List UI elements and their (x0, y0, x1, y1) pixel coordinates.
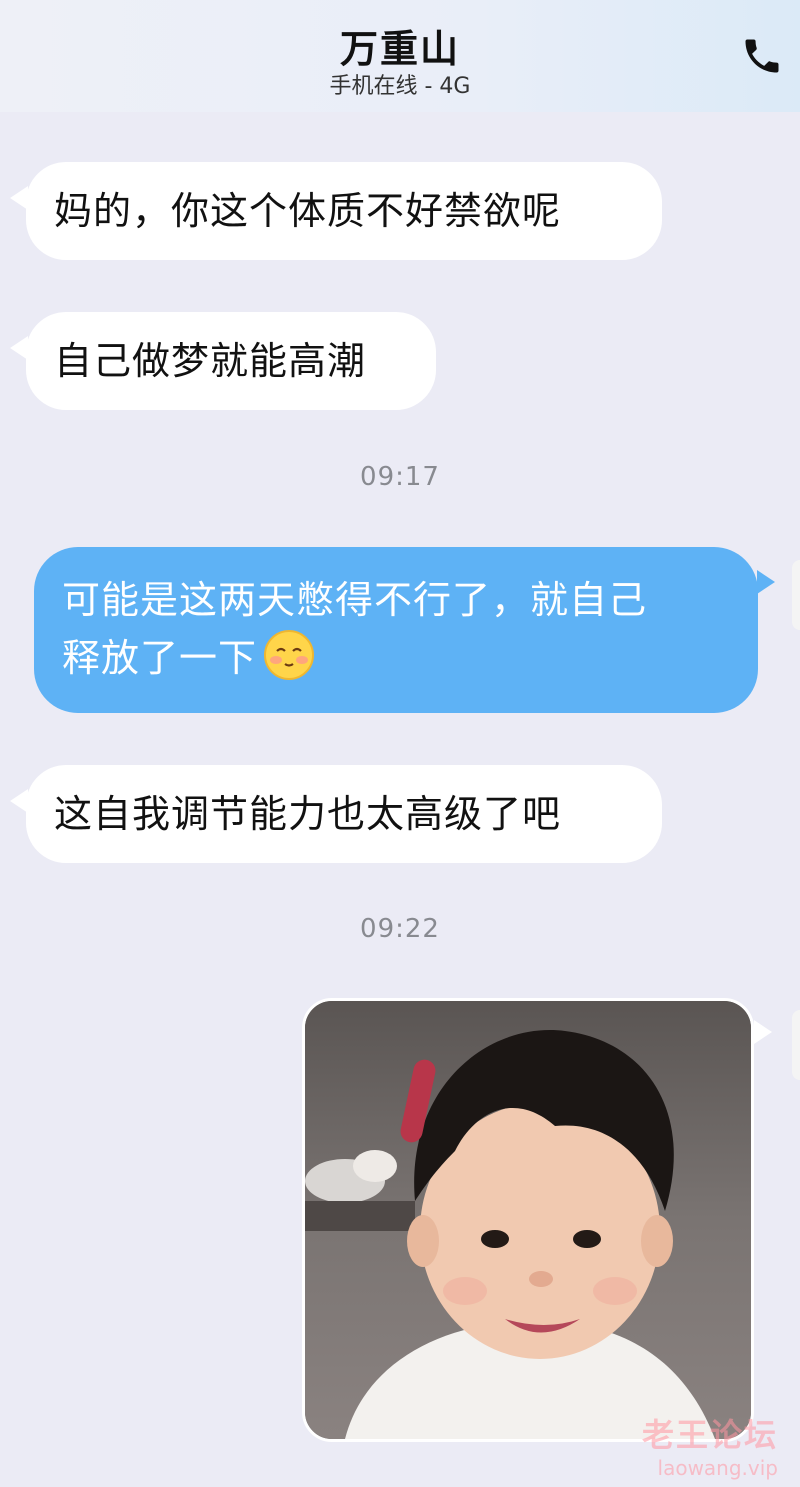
bubble-tail (757, 570, 775, 594)
blushing-face-emoji (264, 630, 315, 680)
contact-status: 手机在线 - 4G (329, 74, 471, 99)
message-line-with-emoji: 释放了一下 (62, 629, 758, 687)
outgoing-message[interactable]: 可能是这两天憋得不行了，就自己 释放了一下 (34, 547, 758, 713)
message-line: 释放了一下 (62, 636, 258, 680)
message-text: 自己做梦就能高潮 (54, 339, 367, 383)
timestamp: 09:17 (360, 462, 440, 492)
incoming-message[interactable]: 妈的，你这个体质不好禁欲呢 (26, 162, 662, 260)
watermark: 老王论坛 laowang.vip (642, 1410, 778, 1480)
phone-icon (745, 39, 779, 73)
watermark-title: 老王论坛 (641, 1416, 778, 1454)
incoming-message[interactable]: 自己做梦就能高潮 (26, 312, 436, 410)
bubble-tail (754, 1020, 772, 1044)
baby-photo (305, 1001, 751, 1439)
message-line: 可能是这两天憋得不行了，就自己 (62, 578, 648, 622)
watermark-url: laowang.vip (657, 1456, 778, 1480)
incoming-message[interactable]: 这自我调节能力也太高级了吧 (26, 765, 662, 863)
chat-header: 万重山 手机在线 - 4G (0, 0, 800, 112)
avatar-edge (792, 560, 800, 630)
image-message[interactable] (302, 998, 754, 1442)
timestamp: 09:22 (360, 914, 440, 944)
message-text: 妈的，你这个体质不好禁欲呢 (54, 189, 562, 233)
avatar-edge (792, 1010, 800, 1080)
contact-name[interactable]: 万重山 (0, 18, 800, 73)
message-text: 这自我调节能力也太高级了吧 (54, 792, 562, 836)
call-button[interactable] (738, 32, 786, 80)
